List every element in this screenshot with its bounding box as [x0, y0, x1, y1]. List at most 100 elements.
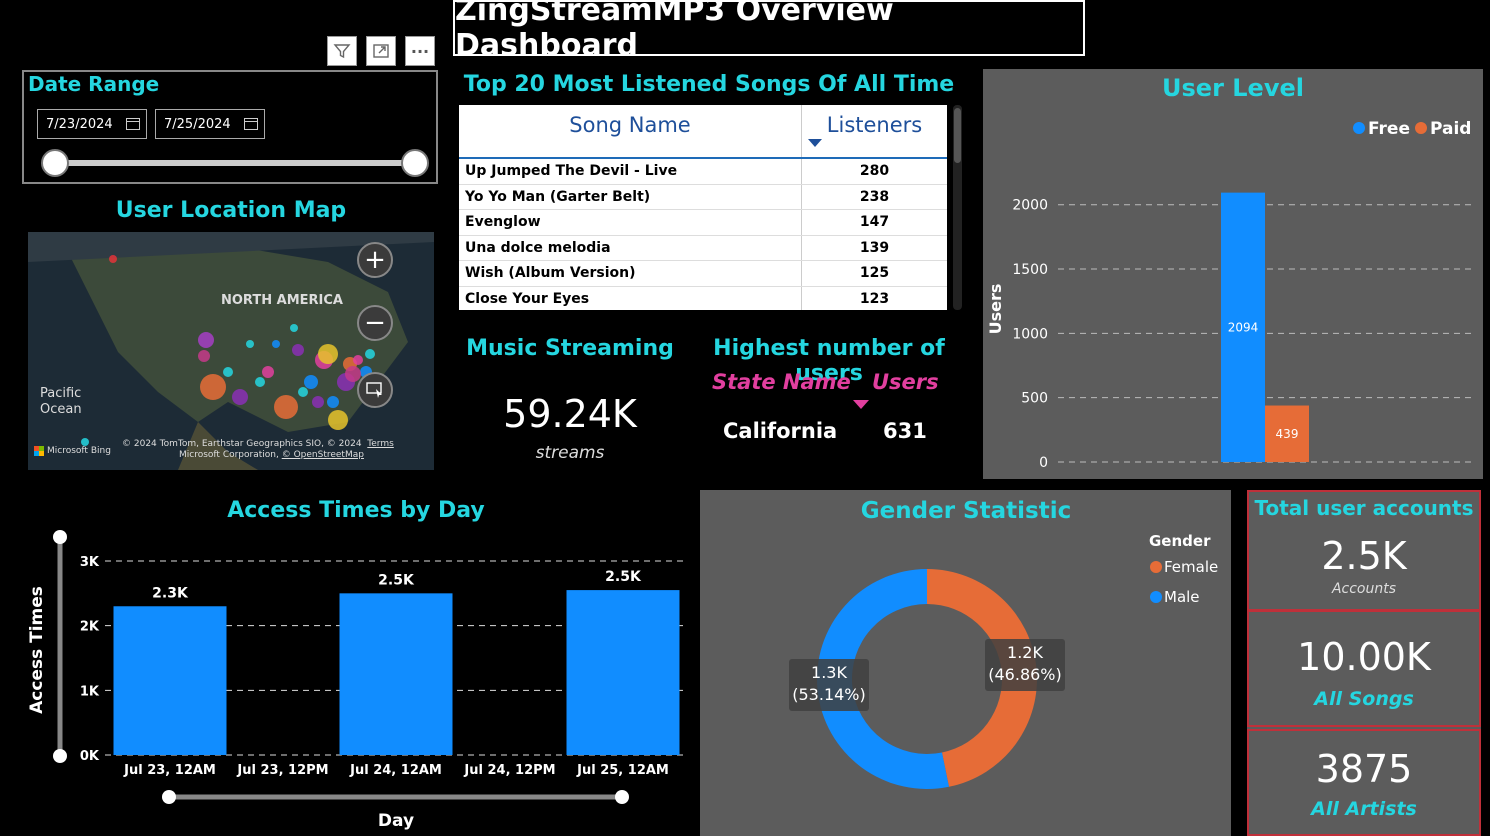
data-label: 2.5K	[605, 569, 642, 585]
openstreetmap-link[interactable]: © OpenStreetMap	[282, 450, 364, 460]
x-tick-label: Jul 24, 12PM	[463, 763, 555, 778]
x-zoom-handle	[162, 790, 176, 804]
legend-marker	[1150, 591, 1162, 603]
gender-chart: Gender Statistic 1.2K (46.86%) 1.3K (53.14%)…	[789, 498, 1218, 789]
table-row[interactable]: Close Your Eyes 123	[459, 286, 947, 310]
map-ocean-label: Ocean	[40, 402, 82, 417]
legend-label: Male	[1164, 588, 1200, 606]
terms-link[interactable]: Terms	[367, 439, 394, 449]
listeners-cell: 125	[859, 265, 890, 282]
song-cell: Close Your Eyes	[459, 286, 802, 310]
y-tick-label: 500	[1021, 391, 1048, 407]
data-label-pct: (53.14%)	[792, 685, 866, 704]
legend-label: Female	[1164, 558, 1218, 576]
date-slider-track[interactable]	[55, 160, 415, 166]
map-title: User Location Map	[115, 198, 347, 223]
legend-marker	[1415, 122, 1427, 134]
table-row[interactable]: Up Jumped The Devil - Live 280	[459, 159, 947, 185]
select-area-icon[interactable]	[357, 372, 393, 408]
music-streaming-value: 59.24K	[503, 392, 637, 436]
user-level-panel: User Level 0 500 1000 1500 2000 Users 2094 439 Fr…	[983, 69, 1483, 479]
listeners-cell: 139	[859, 239, 890, 256]
y-tick-label: 1K	[80, 684, 100, 699]
table-row[interactable]: Evenglow 147	[459, 210, 947, 236]
date-slider-start-handle[interactable]	[41, 149, 69, 177]
chart-title: Gender Statistic	[861, 498, 1071, 524]
x-tick-label: Jul 23, 12AM	[123, 763, 216, 778]
microsoft-logo-icon	[34, 446, 44, 456]
data-label: 2.3K	[152, 585, 189, 601]
date-slider-end-handle[interactable]	[401, 149, 429, 177]
y-axis-label: Users	[986, 284, 1005, 335]
listeners-header-label: Listeners	[826, 113, 923, 137]
start-date-input[interactable]: 7/23/2024	[37, 109, 147, 139]
y-axis-label: Access Times	[27, 586, 47, 714]
calendar-icon[interactable]	[244, 118, 258, 130]
accounts-value: 2.5K	[1321, 534, 1407, 578]
total-accounts-title: Total user accounts	[1254, 496, 1474, 520]
y-zoom-handle	[53, 530, 67, 544]
access-times-chart: Access Times by Day 0K 1K 2K 3K Access Times J…	[27, 498, 685, 831]
table-header: Song Name Listeners	[459, 105, 947, 159]
dashboard-title: ZingStreamMP3 Overview Dashboard	[453, 0, 1085, 63]
data-label: 2.5K	[378, 572, 415, 588]
music-streaming-unit: streams	[535, 443, 605, 463]
calendar-icon[interactable]	[126, 118, 140, 130]
more-options-icon[interactable]: ···	[405, 36, 435, 66]
legend-marker	[1353, 122, 1365, 134]
listeners-header[interactable]: Listeners	[802, 105, 947, 157]
data-label: 1.2K	[1007, 643, 1043, 662]
sort-desc-icon	[853, 400, 869, 409]
data-label: 439	[1276, 427, 1299, 441]
bar	[339, 593, 453, 755]
users-value: 631	[883, 419, 927, 443]
start-date-value: 7/23/2024	[46, 116, 113, 132]
y-tick-label: 2K	[80, 620, 100, 635]
legend-title: Gender	[1149, 532, 1211, 550]
y-zoom-handle	[53, 749, 67, 763]
listeners-cell: 123	[859, 290, 890, 307]
song-cell: Wish (Album Version)	[459, 261, 802, 286]
top-songs-table: Song Name Listeners Up Jumped The Devil …	[459, 105, 947, 310]
zoom-in-button[interactable]: +	[357, 242, 393, 278]
x-axis-label: Day	[378, 811, 414, 831]
songs-label: All Songs	[1314, 688, 1414, 710]
y-tick-label: 1000	[1012, 326, 1048, 342]
table-row[interactable]: Wish (Album Version) 125	[459, 261, 947, 287]
chart-title: User Level	[1162, 74, 1304, 102]
table-scrollbar-thumb[interactable]	[954, 108, 961, 163]
x-tick-label: Jul 25, 12AM	[576, 763, 669, 778]
end-date-input[interactable]: 7/25/2024	[155, 109, 265, 139]
artists-label: All Artists	[1311, 798, 1417, 820]
listeners-cell: 238	[859, 188, 890, 205]
table-row[interactable]: Yo Yo Man (Garter Belt) 238	[459, 184, 947, 210]
state-value: California	[723, 419, 838, 443]
data-label: 2094	[1228, 320, 1259, 334]
users-header[interactable]: Users	[872, 370, 939, 394]
legend-label: Paid	[1430, 119, 1471, 139]
focus-mode-icon[interactable]	[366, 36, 396, 66]
y-tick-label: 1500	[1012, 262, 1048, 278]
y-tick-label: 0	[1039, 455, 1048, 471]
song-name-header[interactable]: Song Name	[459, 105, 802, 157]
x-tick-label: Jul 23, 12PM	[236, 763, 328, 778]
filter-icon[interactable]	[327, 36, 357, 66]
map-brand: Microsoft Bing	[47, 446, 111, 456]
state-name-header[interactable]: State Name	[712, 370, 851, 394]
song-cell: Una dolce melodia	[459, 235, 802, 260]
y-tick-label: 2000	[1012, 198, 1048, 214]
sort-desc-icon	[808, 139, 822, 147]
table-row[interactable]: Una dolce melodia 139	[459, 235, 947, 261]
y-tick-label: 0K	[80, 749, 100, 764]
chart-title: Access Times by Day	[227, 498, 485, 523]
data-label-pct: (46.86%)	[988, 665, 1062, 684]
user-level-chart: User Level 0 500 1000 1500 2000 Users 2094 439 Fr…	[986, 74, 1473, 471]
listeners-cell: 280	[859, 163, 890, 180]
zoom-out-button[interactable]: −	[357, 305, 393, 341]
map-ocean-label: Pacific	[40, 386, 82, 401]
gender-panel: Gender Statistic 1.2K (46.86%) 1.3K (53.14%)…	[700, 490, 1231, 836]
date-range-title: Date Range	[28, 72, 160, 96]
legend-label: Free	[1368, 119, 1410, 139]
user-location-map[interactable]: NORTH AMERICA Pacific Ocean + − Microsof…	[28, 232, 434, 470]
accounts-label: Accounts	[1331, 581, 1397, 597]
